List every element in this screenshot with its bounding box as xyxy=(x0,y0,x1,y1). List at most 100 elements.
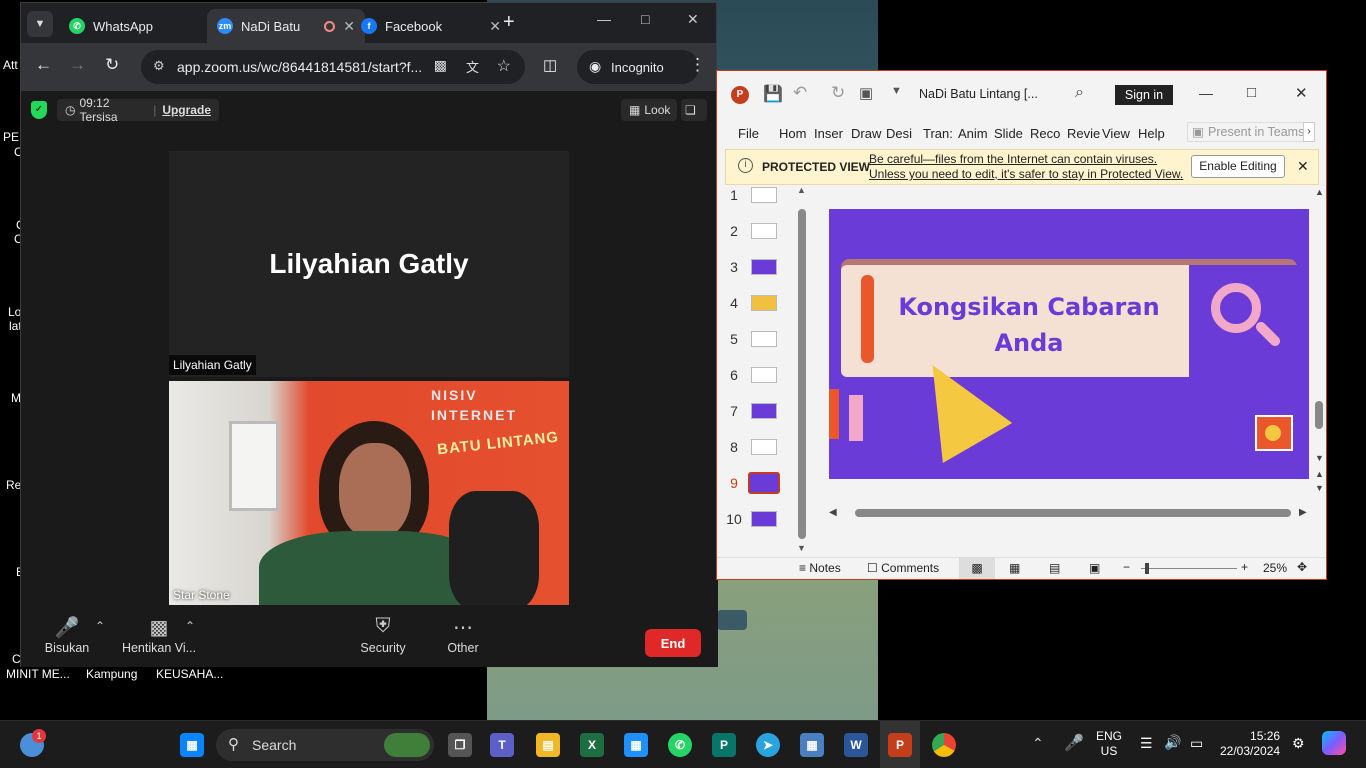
battery-icon[interactable]: ▭ xyxy=(1190,735,1203,752)
desktop-icon-label[interactable]: MINIT ME... xyxy=(6,667,70,681)
slide-sorter-icon[interactable]: ▦ xyxy=(1009,561,1020,575)
slide-thumbnail[interactable]: 7 xyxy=(717,399,797,429)
security-button[interactable]: ⛨ Security xyxy=(359,615,407,655)
tab-facebook[interactable]: f Facebook ✕ xyxy=(351,9,511,43)
site-info-icon[interactable]: ⚙ xyxy=(153,58,165,74)
scroll-down-icon[interactable]: ▼ xyxy=(1315,453,1324,463)
store-icon[interactable]: ▦ xyxy=(624,733,648,757)
zoom-slider-handle[interactable] xyxy=(1145,563,1149,574)
clock[interactable]: 15:26 22/03/2024 xyxy=(1220,729,1280,759)
comments-button[interactable]: ☐ Comments xyxy=(867,561,939,575)
current-slide[interactable]: Kongsikan Cabaran Anda xyxy=(829,209,1309,479)
forward-button[interactable]: → xyxy=(69,55,86,75)
close-icon[interactable]: ✕ xyxy=(489,18,501,35)
thumbnails-scrollbar[interactable] xyxy=(798,209,806,539)
slide-thumbnail[interactable]: 2 xyxy=(717,219,797,249)
scroll-up-icon[interactable]: ▲ xyxy=(1315,187,1324,197)
upgrade-link[interactable]: Upgrade xyxy=(162,103,211,117)
ribbon-tab[interactable]: Reco xyxy=(1030,126,1060,141)
ribbon-tab[interactable]: Help xyxy=(1138,126,1165,141)
zoom-out-icon[interactable]: − xyxy=(1123,560,1130,574)
zoom-slider[interactable] xyxy=(1141,568,1237,569)
present-in-teams-button[interactable]: ▣ Present in Teams xyxy=(1187,122,1311,142)
chrome-icon[interactable] xyxy=(932,733,956,757)
mute-button[interactable]: 🎤 Bisukan xyxy=(43,615,91,655)
reading-view-icon[interactable]: ▤ xyxy=(1049,561,1060,575)
teams-icon[interactable]: T xyxy=(490,733,514,757)
slide-thumbnail-selected[interactable]: 9 xyxy=(717,471,797,501)
powerpoint-icon[interactable]: P xyxy=(888,733,912,757)
participant-video-tile[interactable]: NISIV INTERNET BATU LINTANG xyxy=(169,381,569,605)
slide-thumbnail[interactable]: 5 xyxy=(717,327,797,357)
picture-in-picture-button[interactable]: ❏ xyxy=(681,99,707,121)
ribbon-tab[interactable]: Revie xyxy=(1067,126,1100,141)
more-button[interactable]: ⋯ Other xyxy=(443,615,483,655)
task-view-icon[interactable]: ❐ xyxy=(448,733,472,757)
slide-thumbnail[interactable]: 3 xyxy=(717,255,797,285)
back-button[interactable]: ← xyxy=(35,55,52,75)
protected-view-message[interactable]: Unless you need to edit, it's safer to s… xyxy=(869,167,1183,181)
redo-icon[interactable]: ↻ xyxy=(831,83,845,103)
file-explorer-icon[interactable]: ▤ xyxy=(536,733,560,757)
chevron-up-icon[interactable]: ⌃ xyxy=(1032,735,1044,752)
close-icon[interactable]: ✕ xyxy=(1297,158,1309,175)
new-tab-button[interactable]: + xyxy=(503,11,515,34)
slide-thumbnail[interactable]: 6 xyxy=(717,363,797,393)
slide-thumbnail[interactable]: 1 xyxy=(717,183,797,213)
participant-tile[interactable]: Lilyahian Gatly xyxy=(169,151,569,377)
desktop-icon-label[interactable]: Att xyxy=(3,58,18,72)
reload-button[interactable]: ↻ xyxy=(105,55,119,75)
scroll-down-icon[interactable]: ▼ xyxy=(797,543,806,553)
chevron-up-icon[interactable]: ⌃ xyxy=(185,619,195,633)
volume-icon[interactable]: 🔊 xyxy=(1164,734,1181,751)
notifications-icon[interactable]: ⚙ xyxy=(1292,735,1305,752)
vertical-scrollbar[interactable] xyxy=(1315,401,1323,429)
translate-icon[interactable]: 文 xyxy=(466,57,479,76)
sign-in-button[interactable]: Sign in xyxy=(1115,85,1173,105)
ribbon-tab[interactable]: Draw xyxy=(851,126,881,141)
whatsapp-icon[interactable]: ✆ xyxy=(668,733,692,757)
present-icon[interactable]: ▣ xyxy=(859,84,873,102)
tab-search-button[interactable]: ▼ xyxy=(27,11,53,37)
ribbon-tab[interactable]: Tran: xyxy=(923,126,953,141)
shield-check-icon[interactable]: ✓ xyxy=(31,101,47,119)
zoom-level[interactable]: 25% xyxy=(1263,561,1287,575)
view-button[interactable]: ▦ Look xyxy=(621,99,677,121)
ribbon-tab[interactable]: Slide xyxy=(994,126,1023,141)
normal-view-icon[interactable]: ▩ xyxy=(959,558,995,579)
wifi-icon[interactable]: ☰ xyxy=(1140,735,1153,752)
bookmark-star-icon[interactable]: ☆ xyxy=(497,56,511,76)
slideshow-icon[interactable]: ▣ xyxy=(1089,561,1100,575)
next-slide-icon[interactable]: ▼ xyxy=(1315,483,1324,493)
language-indicator[interactable]: ENG US xyxy=(1096,729,1122,759)
side-panel-icon[interactable]: ◫ xyxy=(543,56,557,74)
camera-icon[interactable]: ▩ xyxy=(434,57,447,74)
horizontal-scrollbar[interactable] xyxy=(855,509,1291,517)
ribbon-scroll-right-icon[interactable]: › xyxy=(1303,122,1315,142)
scroll-up-icon[interactable]: ▲ xyxy=(797,185,806,195)
ribbon-tab[interactable]: Hom xyxy=(779,126,806,141)
tab-whatsapp[interactable]: ✆ WhatsApp ✕ xyxy=(59,9,231,43)
minimize-button[interactable]: — xyxy=(597,11,611,27)
save-icon[interactable]: 💾 xyxy=(763,84,783,104)
end-meeting-button[interactable]: End xyxy=(645,629,701,657)
incognito-indicator[interactable]: ◉ Incognito xyxy=(577,50,699,84)
slide-thumbnail[interactable]: 4 xyxy=(717,291,797,321)
previous-slide-icon[interactable]: ▲ xyxy=(1315,469,1324,479)
ribbon-tab[interactable]: File xyxy=(738,126,759,141)
taskbar-search[interactable]: ⚲ Search xyxy=(216,729,434,761)
word-icon[interactable]: W xyxy=(844,733,868,757)
microphone-icon[interactable]: 🎤 xyxy=(1064,733,1084,753)
zoom-in-icon[interactable]: + xyxy=(1241,560,1248,574)
ribbon-tab[interactable]: Anim xyxy=(958,126,988,141)
close-window-button[interactable]: ✕ xyxy=(687,11,699,28)
desktop-icon-label[interactable]: Kampung xyxy=(86,667,137,681)
scroll-left-icon[interactable]: ◀ xyxy=(829,507,837,518)
ribbon-tab[interactable]: Desi xyxy=(886,126,912,141)
undo-icon[interactable]: ↶ xyxy=(793,83,807,103)
ribbon-tab[interactable]: Inser xyxy=(814,126,843,141)
address-bar[interactable]: ⚙ app.zoom.us/wc/86441814581/start?f... … xyxy=(141,50,525,84)
search-icon[interactable]: ⌕ xyxy=(1075,84,1084,102)
slide-thumbnail[interactable]: 8 xyxy=(717,435,797,465)
scroll-right-icon[interactable]: ▶ xyxy=(1299,507,1307,518)
